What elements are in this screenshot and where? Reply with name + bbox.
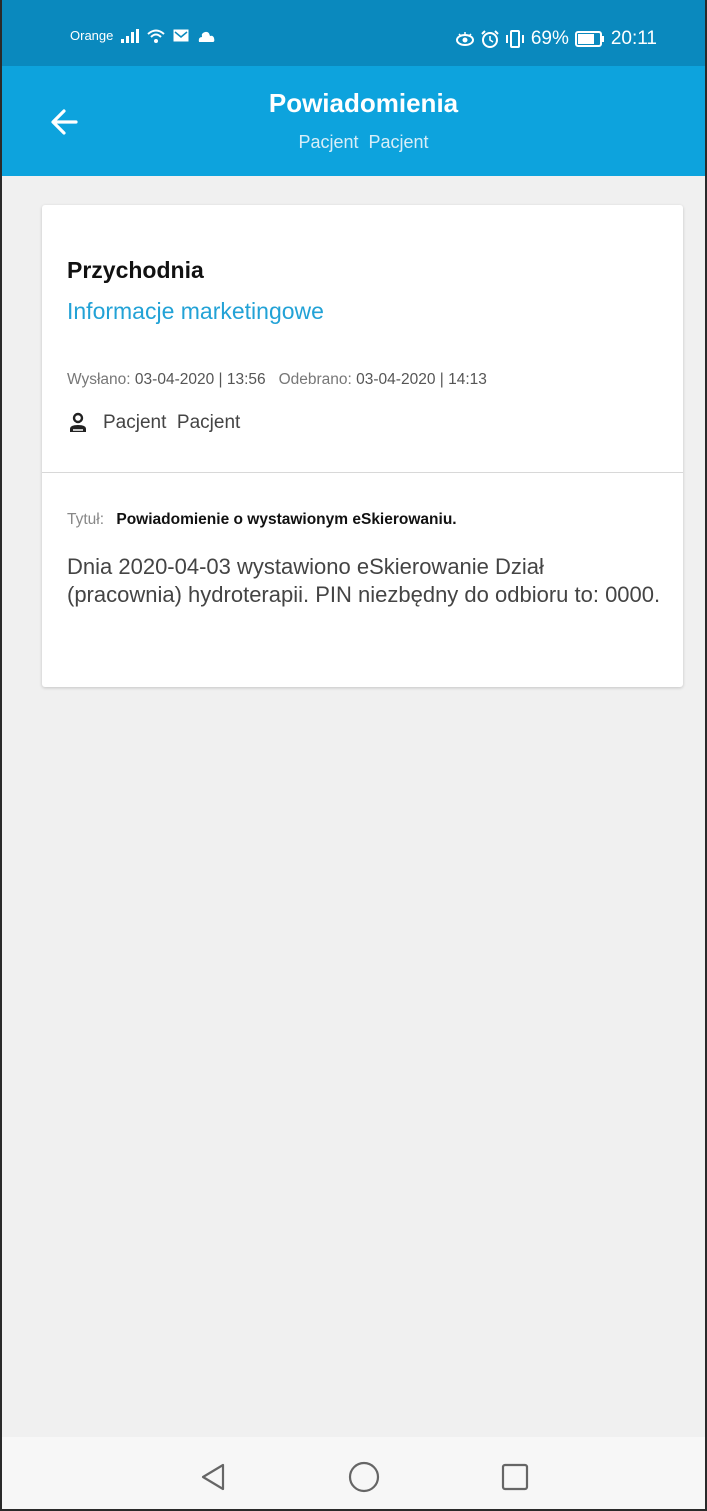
app-bar: Powiadomienia Pacjent Pacjent — [2, 66, 705, 176]
alarm-icon — [481, 30, 499, 48]
page-subtitle: Pacjent Pacjent — [298, 132, 429, 152]
notification-category: Informacje marketingowe — [67, 298, 324, 324]
recipient-name: Pacjent Pacjent — [103, 412, 241, 433]
sent-time: 13:56 — [226, 371, 266, 388]
notification-meta: Wysłano: 03-04-2020 | 13:56 Odebrano: 03… — [67, 371, 487, 389]
notification-header: Przychodnia Informacje marketingowe Wysł… — [42, 205, 683, 473]
nav-recent-button[interactable] — [495, 1457, 535, 1497]
circle-home-icon — [348, 1461, 380, 1493]
carrier-name: Orange — [70, 28, 114, 43]
received-label: Odebrano: — [278, 371, 352, 388]
received-time: 14:13 — [448, 371, 487, 388]
notification-message: Dnia 2020-04-03 wystawiono eSkierowanie … — [67, 554, 661, 607]
wifi-icon — [147, 29, 166, 43]
notification-body: Tytuł: Powiadomienie o wystawionym eSkie… — [67, 511, 667, 609]
notification-title: Powiadomienie o wystawionym eSkierowaniu… — [116, 511, 457, 528]
status-bar: Orange 69% 20:11 — [2, 0, 705, 66]
recipient: Pacjent Pacjent — [67, 412, 240, 434]
system-nav-bar — [2, 1437, 705, 1509]
cloud-icon — [197, 30, 215, 42]
status-left: Orange — [70, 28, 215, 43]
person-icon — [70, 412, 86, 432]
title-label: Tytuł: — [67, 511, 105, 528]
battery-percent: 69% — [530, 28, 569, 49]
message-icon — [173, 29, 189, 42]
title-row: Tytuł: Powiadomienie o wystawionym eSkie… — [67, 511, 667, 529]
separator: | — [218, 371, 223, 388]
clinic-name: Przychodnia — [67, 257, 204, 283]
signal-icon — [121, 28, 140, 43]
eye-comfort-icon — [455, 31, 475, 47]
triangle-back-icon — [201, 1463, 225, 1491]
page-title: Powiadomienia — [268, 88, 459, 118]
sent-date: 03-04-2020 — [134, 371, 215, 388]
vibrate-icon — [505, 30, 525, 48]
status-right: 69% 20:11 — [455, 28, 657, 50]
sent-label: Wysłano: — [67, 371, 131, 388]
nav-back-button[interactable] — [193, 1457, 233, 1497]
phone-screen: Orange 69% 20:11 Powiadomienia Pacjent P… — [0, 0, 707, 1511]
nav-home-button[interactable] — [344, 1457, 384, 1497]
status-time: 20:11 — [610, 28, 657, 49]
received-date: 03-04-2020 — [356, 371, 436, 388]
square-recent-icon — [501, 1463, 529, 1491]
separator: | — [439, 371, 444, 388]
battery-icon — [574, 31, 605, 47]
notification-card: Przychodnia Informacje marketingowe Wysł… — [42, 205, 683, 687]
